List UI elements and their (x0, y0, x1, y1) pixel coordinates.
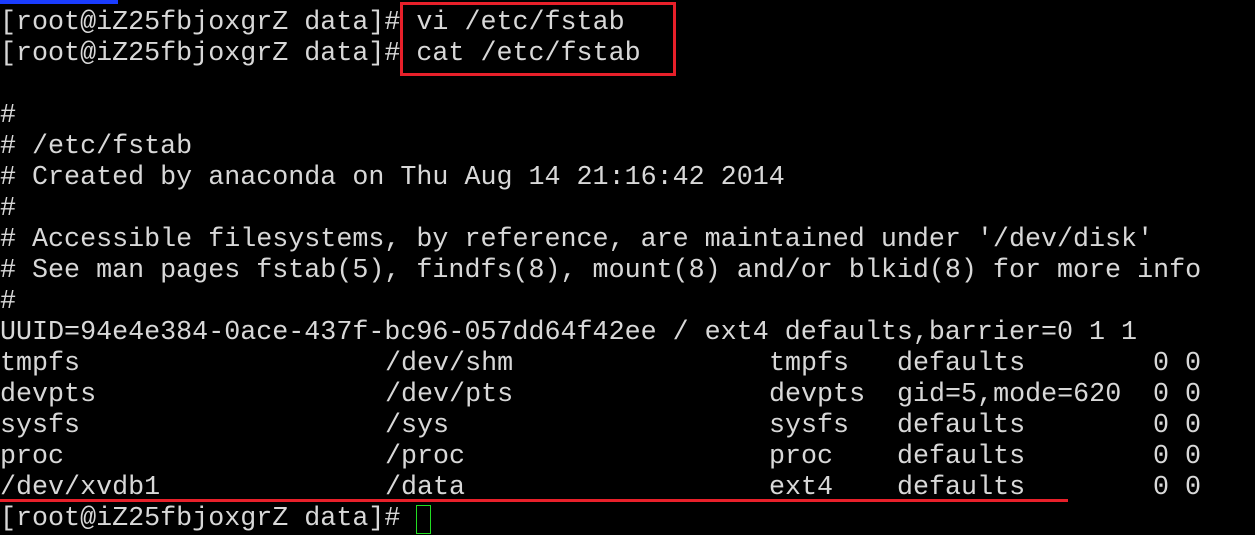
fstab-type: devpts (769, 380, 866, 410)
comment-line: # Created by anaconda on Thu Aug 14 21:1… (0, 163, 785, 193)
fstab-options: defaults (897, 411, 1026, 441)
fstab-mount: /sys (385, 411, 450, 441)
fstab-type: proc (769, 442, 834, 472)
fstab-device: sysfs (0, 411, 81, 441)
comment-line: # (0, 194, 17, 224)
fstab-dump-pass: 0 0 (1153, 349, 1202, 379)
comment-line: # (0, 287, 17, 317)
shell-prompt: [root@iZ25fbjoxgrZ data]# (0, 8, 417, 38)
fstab-dump-pass: 0 0 (1153, 473, 1202, 503)
fstab-dump-pass: 0 0 (1153, 411, 1202, 441)
fstab-device: devpts (0, 380, 97, 410)
fstab-entry-row: tmpfs/dev/shm tmpfs defaults 0 0 (0, 349, 1255, 380)
fstab-entry-row: sysfs/sys sysfs defaults 0 0 (0, 411, 1255, 442)
fstab-type: sysfs (769, 411, 850, 441)
shell-prompt: [root@iZ25fbjoxgrZ data]# (0, 39, 417, 69)
fstab-uuid-line: UUID=94e4e384-0ace-437f-bc96-057dd64f42e… (0, 318, 1138, 348)
fstab-mount: /dev/pts (385, 380, 514, 410)
fstab-type: tmpfs (769, 349, 850, 379)
fstab-options: defaults (897, 349, 1026, 379)
highlight-underline-data-entry (0, 499, 1068, 502)
shell-prompt: [root@iZ25fbjoxgrZ data]# (0, 504, 417, 534)
terminal-line-current: [root@iZ25fbjoxgrZ data]# (0, 504, 416, 535)
comment-line: # /etc/fstab (0, 132, 193, 162)
fstab-entry-row: devpts/dev/pts devpts gid=5,mode=620 0 0 (0, 380, 1255, 411)
fstab-dump-pass: 0 0 (1153, 442, 1202, 472)
fstab-options: defaults (897, 442, 1026, 472)
fstab-options: gid=5,mode=620 (897, 380, 1122, 410)
clipped-previous-output (0, 0, 118, 4)
fstab-device: tmpfs (0, 349, 81, 379)
fstab-mount: /proc (385, 442, 466, 472)
terminal-cursor[interactable] (416, 505, 431, 534)
comment-line: # Accessible filesystems, by reference, … (0, 225, 1154, 255)
fstab-entry-row: proc/proc proc defaults 0 0 (0, 442, 1255, 473)
fstab-dump-pass: 0 0 (1153, 380, 1202, 410)
comment-line: # See man pages fstab(5), findfs(8), mou… (0, 256, 1202, 286)
highlight-box-commands (400, 2, 676, 76)
fstab-device: proc (0, 442, 65, 472)
comment-line: # (0, 101, 17, 131)
fstab-mount: /dev/shm (385, 349, 514, 379)
